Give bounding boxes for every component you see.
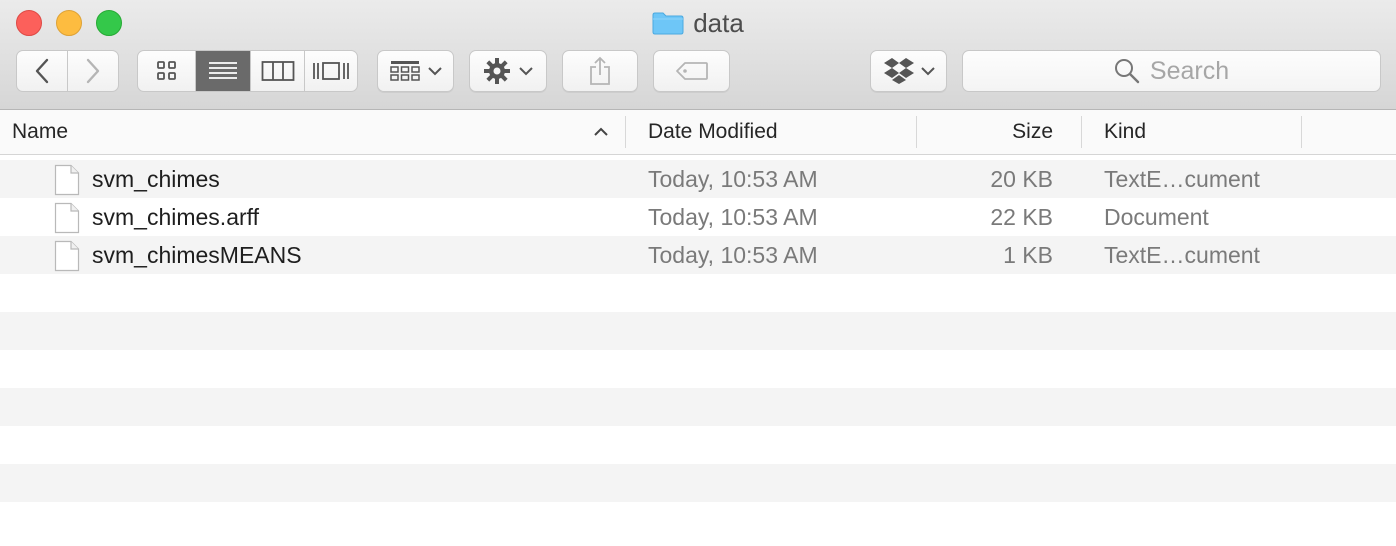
table-row[interactable]: svm_chimesMEANS Today, 10:53 AM 1 KB Tex… bbox=[0, 236, 1396, 274]
file-date: Today, 10:53 AM bbox=[648, 204, 818, 230]
file-kind: TextE…cument bbox=[1104, 242, 1260, 268]
document-icon bbox=[54, 202, 80, 234]
document-icon bbox=[54, 164, 80, 196]
file-date: Today, 10:53 AM bbox=[648, 166, 818, 192]
chevron-down-icon bbox=[427, 67, 442, 76]
forward-button[interactable] bbox=[68, 51, 118, 91]
empty-row bbox=[0, 502, 1396, 540]
share-icon bbox=[590, 56, 610, 85]
back-button[interactable] bbox=[17, 51, 68, 91]
icon-view-icon bbox=[156, 61, 176, 80]
chevron-down-icon bbox=[519, 67, 533, 76]
column-header-date[interactable]: Date Modified bbox=[648, 110, 908, 154]
folder-icon bbox=[652, 12, 684, 35]
icon-view-button[interactable] bbox=[138, 51, 196, 91]
column-header-size-label: Size bbox=[1012, 120, 1053, 143]
column-header-kind-label: Kind bbox=[1104, 120, 1147, 143]
column-view-button[interactable] bbox=[251, 51, 305, 91]
empty-row bbox=[0, 388, 1396, 426]
window-toolbar: data Search bbox=[0, 0, 1396, 110]
list-view-button[interactable] bbox=[196, 51, 251, 91]
empty-row bbox=[0, 426, 1396, 464]
arrange-button[interactable] bbox=[377, 50, 454, 92]
view-mode-control bbox=[137, 50, 358, 92]
gear-icon bbox=[484, 58, 510, 84]
column-header-date-label: Date Modified bbox=[648, 120, 778, 143]
file-date: Today, 10:53 AM bbox=[648, 242, 818, 268]
search-placeholder: Search bbox=[1149, 56, 1230, 85]
column-header: Name Date Modified Size Kind bbox=[0, 110, 1396, 155]
file-kind: TextE…cument bbox=[1104, 166, 1260, 192]
action-button[interactable] bbox=[469, 50, 547, 92]
column-divider[interactable] bbox=[625, 116, 626, 148]
column-header-name-label: Name bbox=[12, 120, 69, 143]
file-size: 22 KB bbox=[990, 204, 1053, 230]
chevron-right-icon bbox=[86, 58, 100, 84]
column-view-icon bbox=[261, 61, 294, 81]
empty-row bbox=[0, 274, 1396, 312]
finder-window: data Search Name Date Modified Size Kind… bbox=[0, 0, 1396, 546]
table-row[interactable]: svm_chimes Today, 10:53 AM 20 KB TextE…c… bbox=[0, 160, 1396, 198]
coverflow-view-icon bbox=[313, 62, 349, 80]
tags-button[interactable] bbox=[653, 50, 730, 92]
share-button[interactable] bbox=[562, 50, 638, 92]
list-view-icon bbox=[209, 62, 237, 79]
file-name: svm_chimes.arff bbox=[92, 204, 260, 230]
chevron-down-icon bbox=[920, 67, 935, 76]
column-header-size[interactable]: Size bbox=[920, 110, 1053, 154]
file-name: svm_chimes bbox=[92, 166, 220, 192]
file-size: 1 KB bbox=[1003, 242, 1053, 268]
dropbox-icon bbox=[883, 58, 914, 84]
empty-row bbox=[0, 312, 1396, 350]
empty-row bbox=[0, 350, 1396, 388]
tag-icon bbox=[675, 62, 708, 80]
back-forward-group bbox=[16, 50, 119, 92]
file-kind: Document bbox=[1104, 204, 1209, 230]
arrange-icon bbox=[389, 61, 420, 81]
empty-row bbox=[0, 464, 1396, 502]
file-name: svm_chimesMEANS bbox=[92, 242, 302, 268]
column-header-kind[interactable]: Kind bbox=[1104, 110, 1294, 154]
column-divider[interactable] bbox=[1081, 116, 1082, 148]
column-header-name[interactable]: Name bbox=[12, 110, 622, 154]
document-icon bbox=[54, 240, 80, 272]
coverflow-view-button[interactable] bbox=[305, 51, 357, 91]
column-divider[interactable] bbox=[1301, 116, 1302, 148]
dropbox-button[interactable] bbox=[870, 50, 947, 92]
window-title: data bbox=[693, 7, 744, 38]
chevron-left-icon bbox=[35, 58, 49, 84]
column-divider[interactable] bbox=[916, 116, 917, 148]
file-size: 20 KB bbox=[990, 166, 1053, 192]
search-icon bbox=[1114, 59, 1140, 84]
search-field[interactable]: Search bbox=[962, 50, 1381, 92]
window-title-area: data bbox=[0, 7, 1396, 38]
table-row[interactable]: svm_chimes.arff Today, 10:53 AM 22 KB Do… bbox=[0, 198, 1396, 236]
sort-ascending-icon[interactable] bbox=[593, 127, 609, 137]
